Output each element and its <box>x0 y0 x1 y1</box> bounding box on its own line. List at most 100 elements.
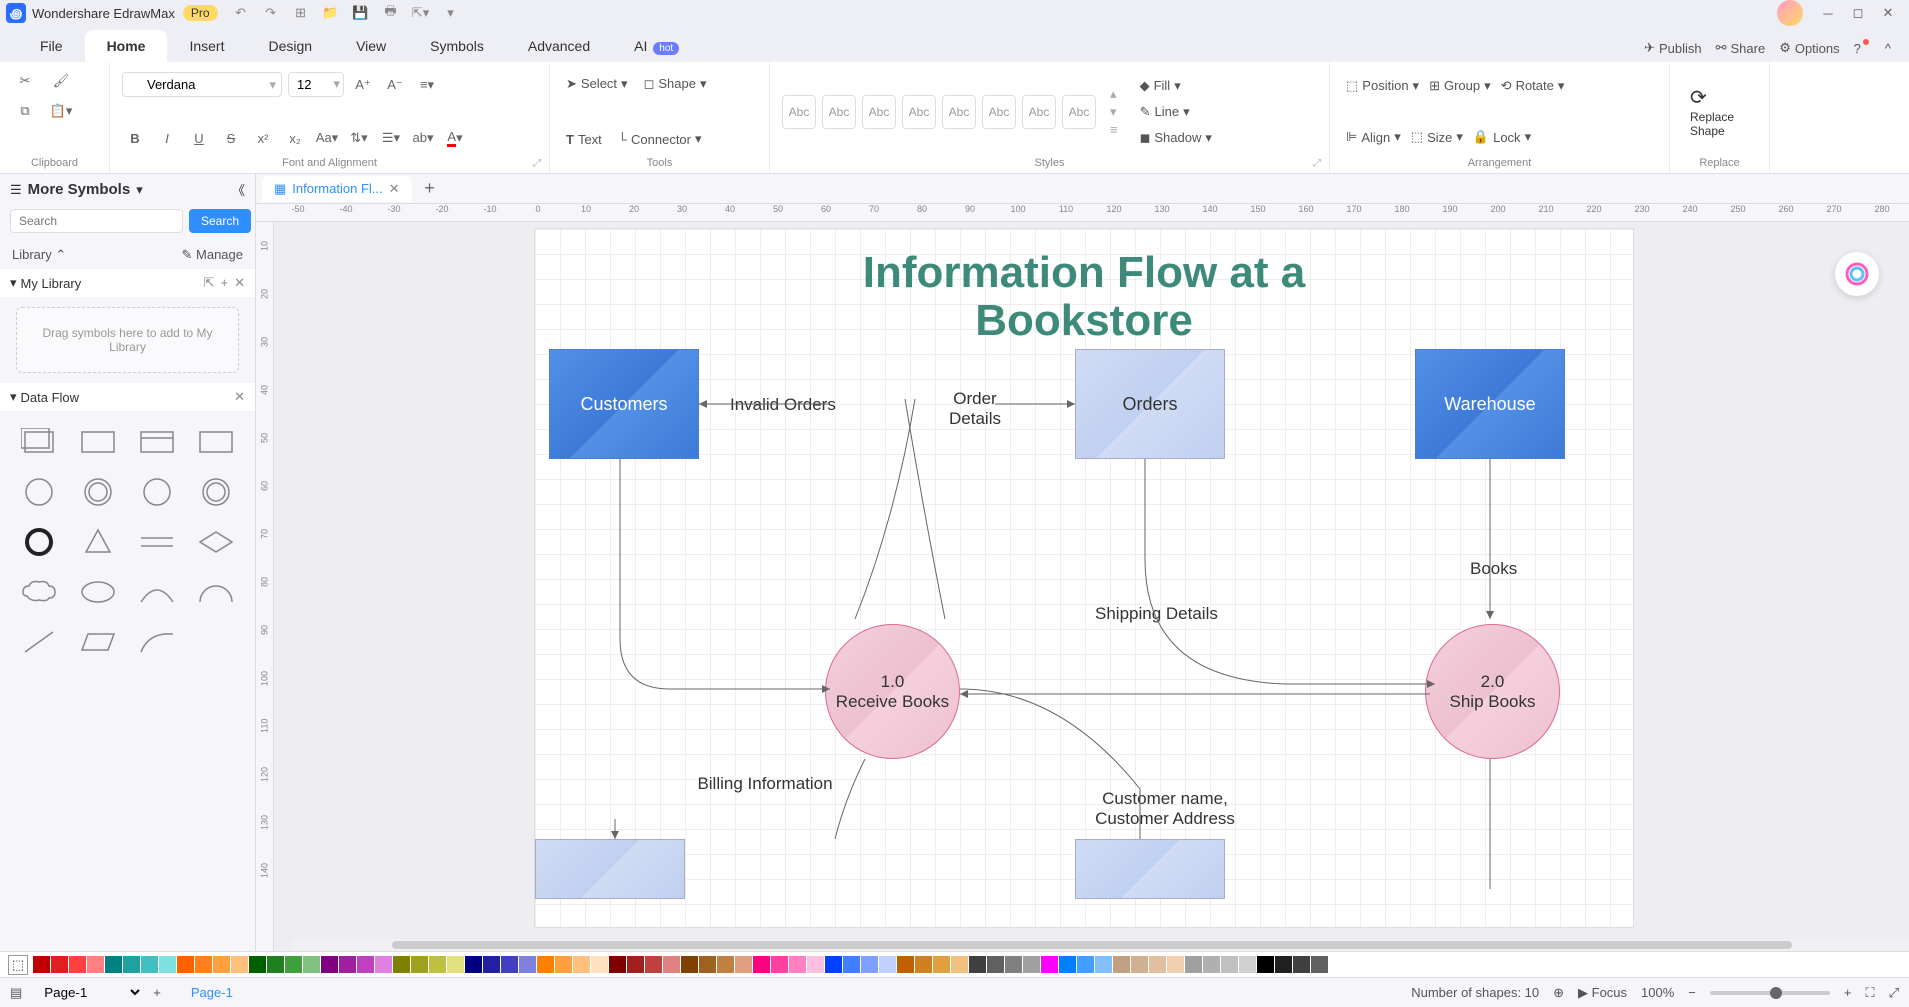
symbol-search-input[interactable] <box>10 209 183 233</box>
color-swatch[interactable] <box>1293 956 1310 973</box>
tab-insert[interactable]: Insert <box>167 30 246 62</box>
style-swatch-1[interactable]: Abc <box>782 95 816 129</box>
ai-fab-button[interactable] <box>1835 252 1879 296</box>
line-spacing-icon[interactable]: ⇅▾ <box>346 125 372 151</box>
close-section-icon[interactable]: ✕ <box>234 389 245 405</box>
print-icon[interactable]: 🖶 <box>382 4 400 22</box>
color-swatch[interactable] <box>87 956 104 973</box>
color-swatch[interactable] <box>501 956 518 973</box>
focus-button[interactable]: ▶ Focus <box>1578 985 1627 1001</box>
options-button[interactable]: ⚙ Options <box>1779 40 1839 56</box>
redo-icon[interactable]: ↷ <box>262 4 280 22</box>
shape-double-circle[interactable] <box>73 471 124 513</box>
color-swatch[interactable] <box>213 956 230 973</box>
page-select[interactable]: Page-1 <box>32 980 143 1005</box>
node-ship-books[interactable]: 2.0 Ship Books <box>1425 624 1560 759</box>
tab-home[interactable]: Home <box>85 30 168 62</box>
style-swatch-6[interactable]: Abc <box>982 95 1016 129</box>
label-customer-addr[interactable]: Customer name, Customer Address <box>1065 789 1265 829</box>
color-swatch[interactable] <box>231 956 248 973</box>
color-swatch[interactable] <box>69 956 86 973</box>
add-page-button[interactable]: + <box>153 985 161 1000</box>
page-surface[interactable]: Information Flow at a Bookstore Customer… <box>534 228 1634 928</box>
export-icon[interactable]: ⇱▾ <box>412 4 430 22</box>
color-swatch[interactable] <box>321 956 338 973</box>
color-swatch[interactable] <box>645 956 662 973</box>
color-swatch[interactable] <box>105 956 122 973</box>
color-swatch[interactable] <box>33 956 50 973</box>
add-lib-icon[interactable]: + <box>221 275 229 291</box>
color-swatch[interactable] <box>1329 956 1346 973</box>
color-swatch[interactable] <box>1185 956 1202 973</box>
color-swatch[interactable] <box>411 956 428 973</box>
color-swatch[interactable] <box>1221 956 1238 973</box>
color-swatch[interactable] <box>663 956 680 973</box>
cut-icon[interactable]: ✂ <box>12 68 38 94</box>
close-button[interactable]: ✕ <box>1873 0 1903 26</box>
library-toggle[interactable]: Library ⌃ <box>12 247 66 263</box>
color-swatch[interactable] <box>627 956 644 973</box>
shape-tool-button[interactable]: ◻ Shape ▾ <box>640 72 711 96</box>
size-button[interactable]: ⬚ Size▾ <box>1407 125 1467 149</box>
color-swatch[interactable] <box>969 956 986 973</box>
lock-button[interactable]: 🔒 Lock▾ <box>1469 125 1535 149</box>
color-swatch[interactable] <box>303 956 320 973</box>
shape-diamond[interactable] <box>190 521 241 563</box>
color-swatch[interactable] <box>429 956 446 973</box>
color-swatch[interactable] <box>807 956 824 973</box>
shape-triangle[interactable] <box>73 521 124 563</box>
color-swatch[interactable] <box>123 956 140 973</box>
color-swatch[interactable] <box>1095 956 1112 973</box>
close-tab-icon[interactable]: ✕ <box>389 181 400 197</box>
line-button[interactable]: ✎ Line ▾ <box>1136 100 1216 124</box>
shape-rect[interactable] <box>73 421 124 463</box>
style-swatch-5[interactable]: Abc <box>942 95 976 129</box>
fill-button[interactable]: ◆ Fill ▾ <box>1136 74 1216 98</box>
text-case-icon[interactable]: Aa▾ <box>314 125 340 151</box>
zoom-out-button[interactable]: − <box>1688 985 1696 1000</box>
tab-ai[interactable]: AI hot <box>612 30 701 62</box>
select-tool-button[interactable]: ➤ Select ▾ <box>562 72 632 96</box>
document-tab[interactable]: ▦ Information Fl... ✕ <box>262 176 412 202</box>
node-bottom-1[interactable] <box>535 839 685 899</box>
shape-stacked-rect[interactable] <box>14 421 65 463</box>
hamburger-icon[interactable]: ☰ <box>10 182 22 198</box>
color-swatch[interactable] <box>267 956 284 973</box>
no-fill-button[interactable]: ⬚ <box>8 955 28 975</box>
color-swatch[interactable] <box>1131 956 1148 973</box>
shape-double-circle2[interactable] <box>190 471 241 513</box>
target-icon[interactable]: ⊕ <box>1553 985 1564 1001</box>
page-tab[interactable]: Page-1 <box>191 985 233 1000</box>
shape-bold-circle[interactable] <box>14 521 65 563</box>
color-swatch[interactable] <box>249 956 266 973</box>
label-books[interactable]: Books <box>1470 559 1517 579</box>
color-swatch[interactable] <box>51 956 68 973</box>
paste-icon[interactable]: 📋▾ <box>48 98 74 124</box>
color-swatch[interactable] <box>915 956 932 973</box>
label-order-details[interactable]: Order Details <box>925 389 1025 429</box>
new-icon[interactable]: ⊞ <box>292 4 310 22</box>
color-swatch[interactable] <box>1275 956 1292 973</box>
color-swatch[interactable] <box>1203 956 1220 973</box>
minimize-button[interactable]: ─ <box>1813 0 1843 26</box>
color-swatch[interactable] <box>375 956 392 973</box>
dropdown-icon[interactable]: ▾ <box>136 182 143 198</box>
underline-icon[interactable]: U <box>186 125 212 151</box>
color-swatch[interactable] <box>753 956 770 973</box>
shape-circle2[interactable] <box>132 471 183 513</box>
color-swatch[interactable] <box>465 956 482 973</box>
shadow-button[interactable]: ◼ Shadow ▾ <box>1136 126 1216 150</box>
label-shipping[interactable]: Shipping Details <box>1095 604 1218 624</box>
user-avatar[interactable] <box>1777 0 1803 26</box>
bold-icon[interactable]: B <box>122 125 148 151</box>
shape-curve[interactable] <box>132 621 183 663</box>
style-swatch-2[interactable]: Abc <box>822 95 856 129</box>
replace-shape-button[interactable]: ⟳ Replace Shape <box>1682 81 1757 142</box>
color-swatch[interactable] <box>447 956 464 973</box>
color-swatch[interactable] <box>141 956 158 973</box>
color-swatch[interactable] <box>735 956 752 973</box>
undo-icon[interactable]: ↶ <box>232 4 250 22</box>
color-swatch[interactable] <box>1059 956 1076 973</box>
page-list-icon[interactable]: ▤ <box>10 985 22 1001</box>
node-orders[interactable]: Orders <box>1075 349 1225 459</box>
